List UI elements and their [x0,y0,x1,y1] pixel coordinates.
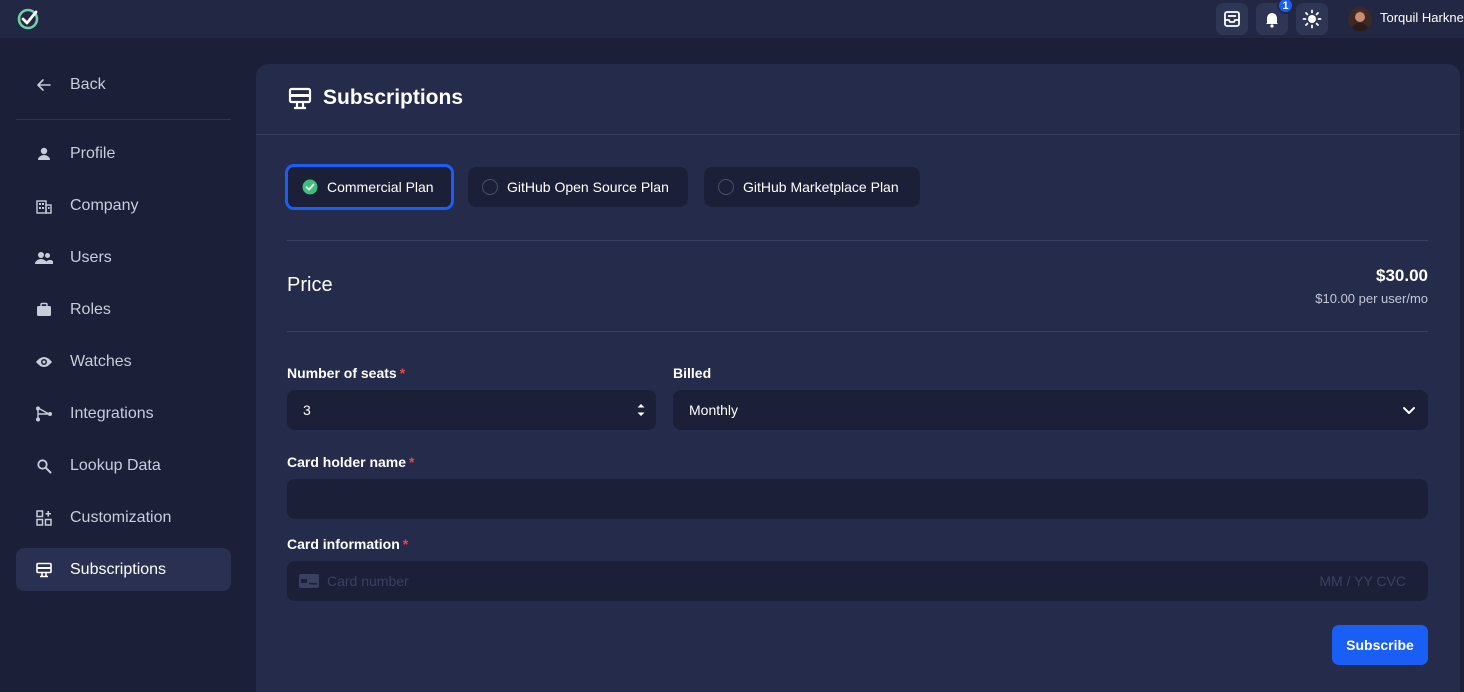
grid-icon [32,506,56,530]
chevron-down-icon [1403,407,1415,414]
back-button[interactable]: Back [16,64,231,106]
plan-label: GitHub Marketplace Plan [743,179,899,195]
billed-label: Billed [673,365,712,381]
sidebar-divider [16,119,231,120]
sidebar-item-roles[interactable]: Roles [16,288,231,331]
sidebar-item-subscriptions[interactable]: Subscriptions [16,548,231,591]
price-amount: $30.00 [1376,266,1428,285]
sidebar-item-label: Profile [70,144,116,162]
users-icon [32,246,56,270]
sidebar-item-users[interactable]: Users [16,236,231,279]
user-name[interactable]: Torquil Harkness [1380,10,1464,25]
briefcase-icon [32,298,56,322]
sidebar-item-label: Lookup Data [70,456,161,474]
check-circle-icon [302,179,318,195]
sidebar-item-label: Subscriptions [70,560,167,578]
sidebar-item-integrations[interactable]: Integrations [16,392,231,435]
required-marker: * [409,454,415,470]
card-info-label: Card information * [287,536,409,552]
sidebar-item-profile[interactable]: Profile [16,132,231,175]
subscriptions-icon [32,558,56,582]
sidebar-item-lookup-data[interactable]: Lookup Data [16,444,231,487]
plan-github-open-source-button[interactable]: GitHub Open Source Plan [468,167,688,207]
divider [287,331,1428,332]
back-label: Back [70,76,106,93]
sidebar-item-label: Users [70,248,112,266]
search-icon [32,454,56,478]
inbox-icon [1224,11,1240,27]
cardholder-name-input[interactable] [287,479,1428,519]
radio-unchecked-icon [482,179,498,195]
billed-select[interactable]: Monthly [673,390,1428,430]
subscriptions-panel: Subscriptions Commercial Plan GitHub Ope… [256,64,1460,692]
page-title: Subscriptions [323,86,464,109]
divider [287,240,1428,241]
plan-label: GitHub Open Source Plan [507,179,669,195]
price-per-user: $10.00 per user/mo [1315,291,1428,306]
arrow-left-icon [32,73,56,97]
credit-card-icon [299,574,319,588]
card-number-placeholder: Card number [327,573,409,589]
eye-icon [32,350,56,374]
app-logo-icon[interactable] [16,7,40,31]
sidebar-item-watches[interactable]: Watches [16,340,231,383]
stepper-arrows-icon[interactable] [636,401,646,419]
radio-unchecked-icon [718,179,734,195]
sidebar-item-label: Company [70,196,139,214]
settings-sidebar: Back Profile Company Users Roles Watches… [0,38,246,692]
sidebar-item-label: Integrations [70,404,154,422]
plan-github-marketplace-button[interactable]: GitHub Marketplace Plan [704,167,920,207]
cardholder-label: Card holder name * [287,454,415,470]
subscriptions-icon [288,87,312,110]
plan-label: Commercial Plan [327,179,434,195]
sidebar-item-company[interactable]: Company [16,184,231,227]
panel-header: Subscriptions [256,64,1460,135]
person-icon [32,142,56,166]
sidebar-item-customization[interactable]: Customization [16,496,231,539]
card-expiry-cvc-placeholder: MM / YY CVC [1319,573,1406,589]
billed-value: Monthly [689,402,739,418]
building-icon [32,194,56,218]
plan-commercial-button[interactable]: Commercial Plan [286,165,453,209]
theme-toggle-button[interactable] [1296,3,1328,35]
required-marker: * [399,365,406,381]
subscribe-button[interactable]: Subscribe [1332,625,1428,665]
sun-icon [1302,9,1322,29]
notification-count-badge: 1 [1277,0,1294,14]
integrations-icon [32,402,56,426]
notifications-button[interactable]: 1 [1256,0,1294,35]
required-marker: * [402,536,409,552]
seats-value: 3 [303,402,311,418]
inbox-button[interactable] [1216,3,1248,35]
sidebar-item-label: Roles [70,300,111,318]
top-bar: 1 Torquil Harkness [0,0,1464,38]
sidebar-item-label: Watches [70,352,132,370]
avatar[interactable] [1348,7,1372,31]
sidebar-item-label: Customization [70,508,172,526]
card-information-input[interactable]: Card number MM / YY CVC [287,561,1428,601]
seats-label: Number of seats * [287,365,406,381]
bell-icon [1266,13,1278,28]
price-label: Price [287,274,333,296]
seats-input[interactable]: 3 [287,390,656,430]
